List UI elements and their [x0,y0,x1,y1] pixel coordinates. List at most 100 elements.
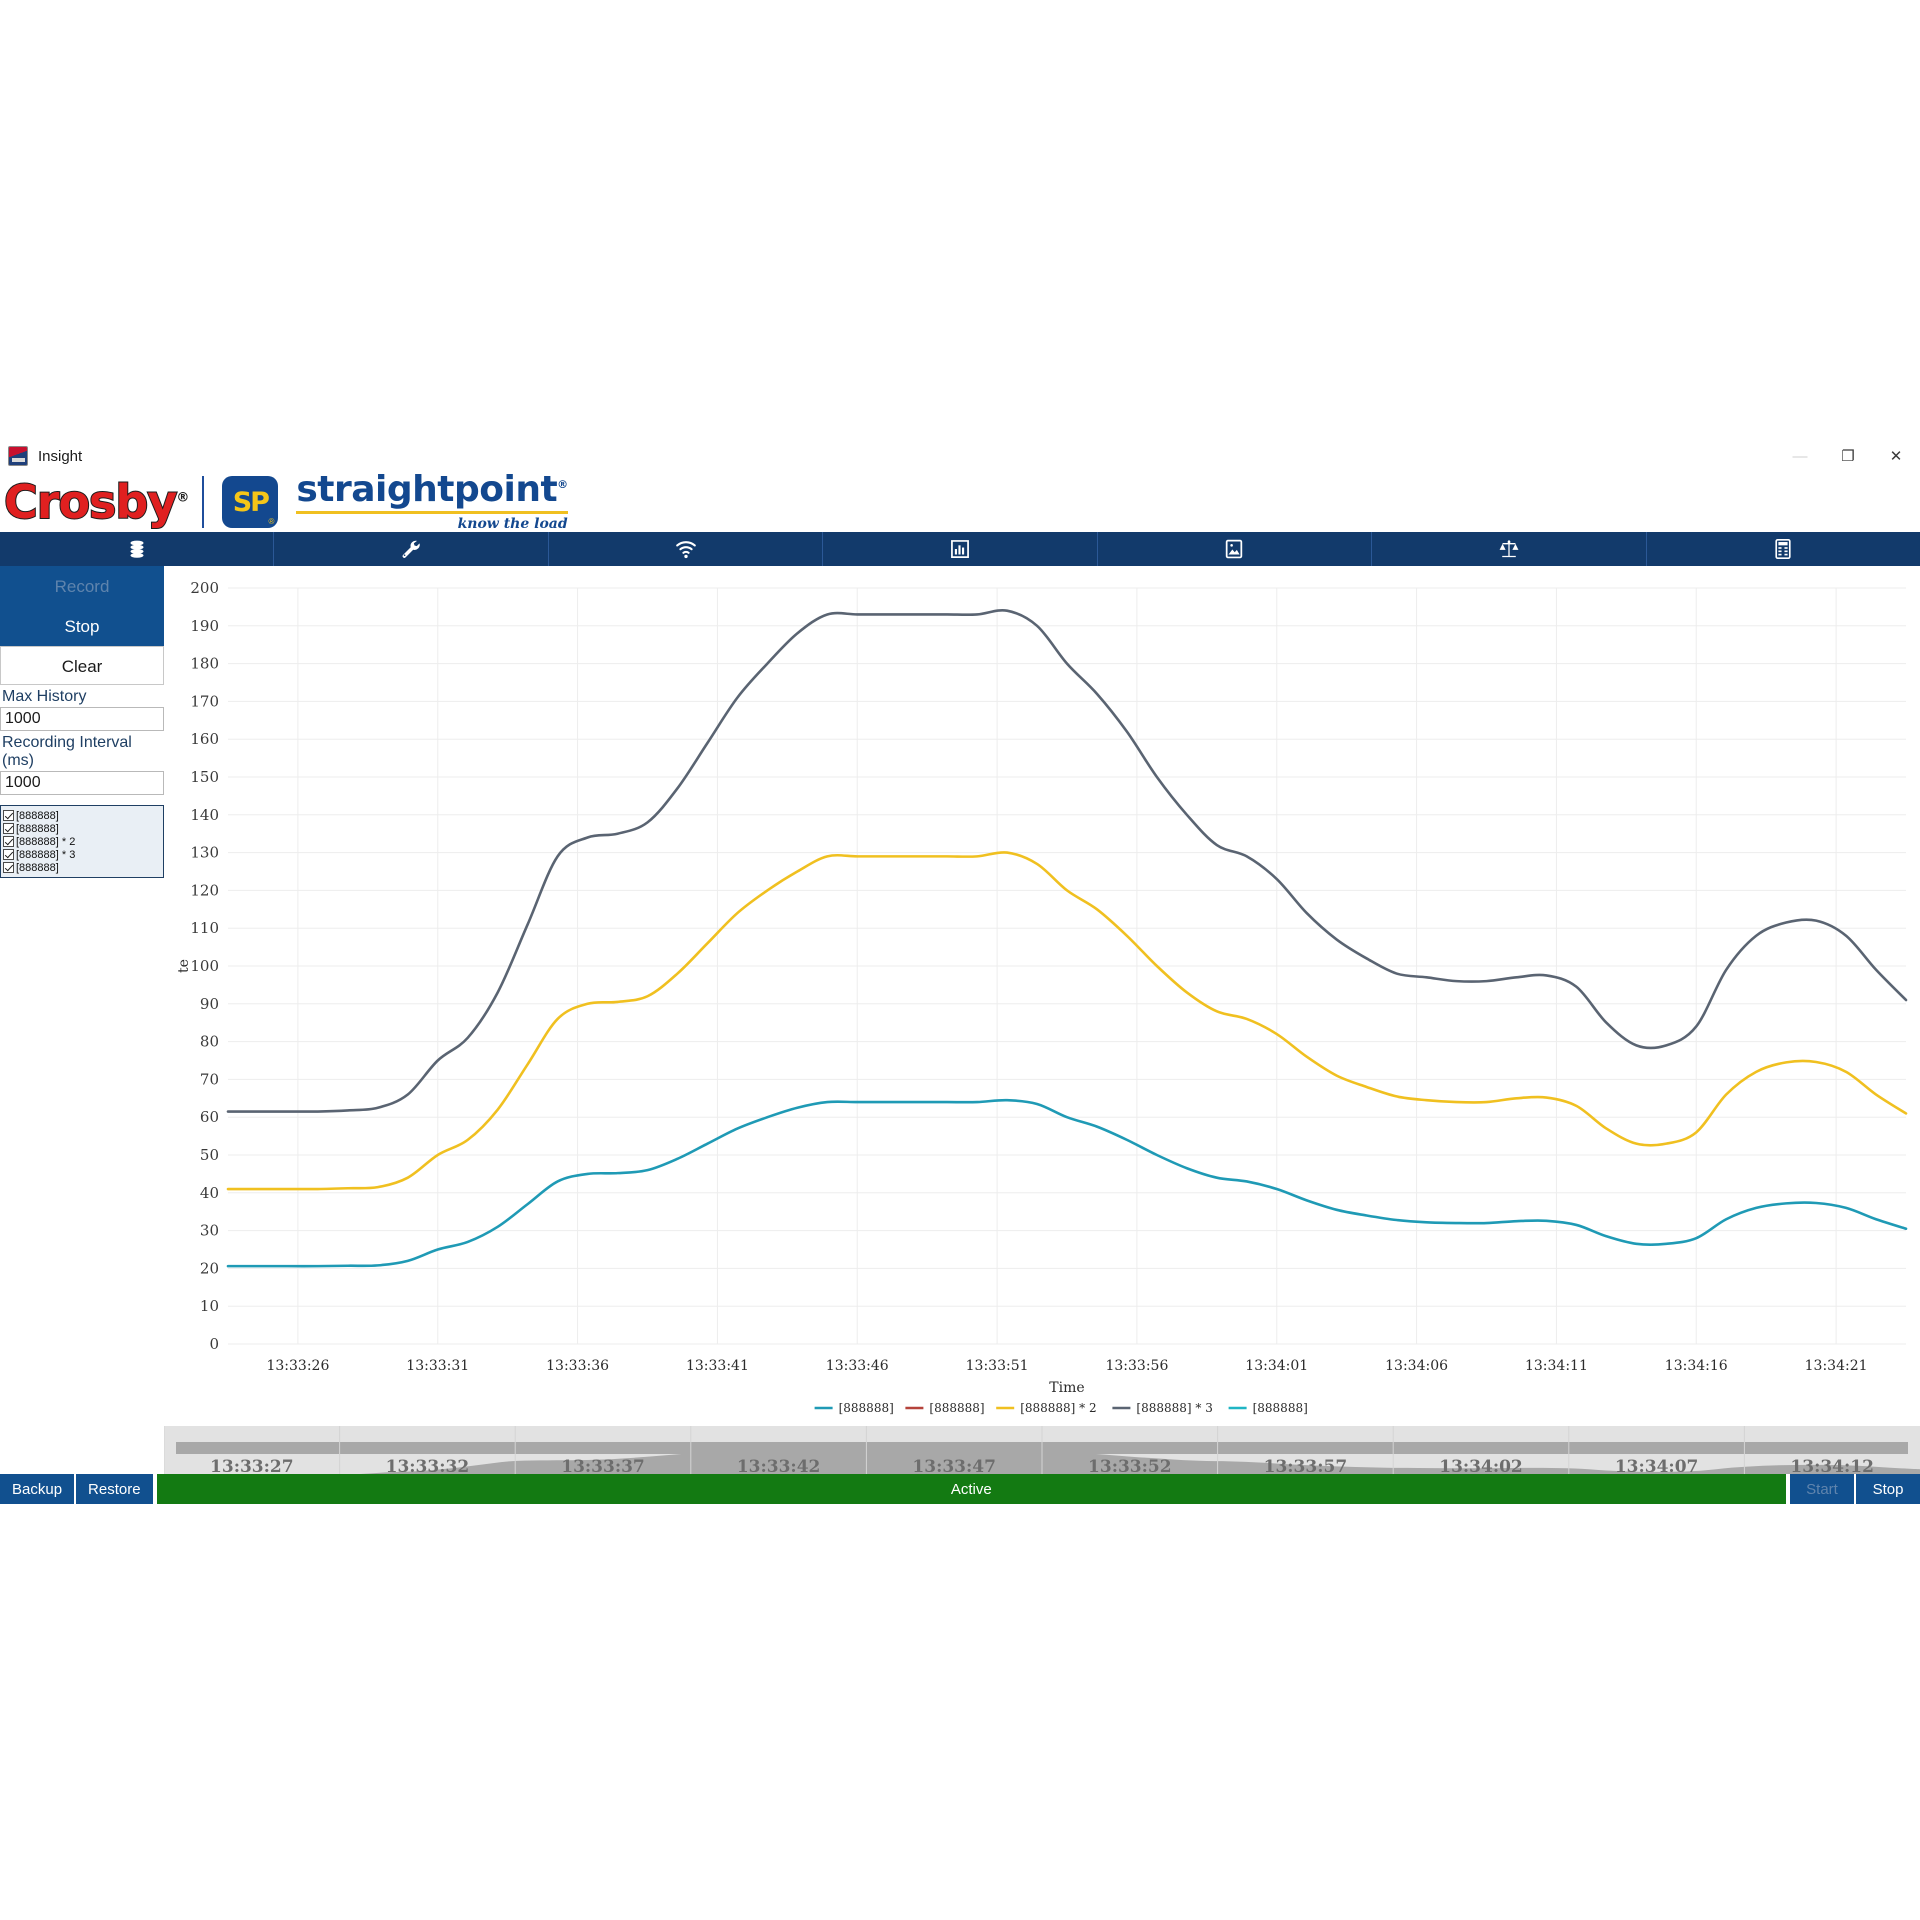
nav-item-charts[interactable] [823,532,1098,566]
record-button[interactable]: Record [0,566,164,606]
navigator-tick-label: 13:33:42 [737,1457,821,1474]
nav-item-images[interactable] [1098,532,1373,566]
navigator-tick-label: 13:33:32 [386,1457,470,1474]
list-item[interactable]: [888888] * 2 [3,835,161,848]
nav-item-tools[interactable] [274,532,549,566]
series-label: [888888] * 2 [16,835,76,848]
y-axis-tick-label: 10 [200,1297,219,1315]
nav-item-calibration[interactable] [1372,532,1647,566]
x-axis-tick-label: 13:33:31 [406,1358,469,1374]
stop-button[interactable]: Stop [1854,1474,1920,1504]
y-axis-tick-label: 80 [200,1033,219,1051]
bar-chart-icon [949,538,971,560]
title-bar: Insight — ❐ ✕ [0,440,1920,472]
recording-control-panel: Record Stop Clear Max History Recording … [0,566,164,1474]
navigator-tick-label: 13:33:27 [210,1457,294,1474]
close-icon[interactable]: ✕ [1872,440,1920,472]
status-bar-actions: Start Stop [1788,1474,1920,1504]
y-axis-tick-label: 150 [190,768,219,786]
scales-icon [1497,538,1521,560]
restore-icon[interactable]: ❐ [1824,440,1872,472]
y-axis-tick-label: 100 [190,957,219,975]
straightpoint-registered-mark: ® [557,478,568,491]
crosby-registered-mark: ® [176,490,189,506]
start-button[interactable]: Start [1788,1474,1854,1504]
legend-label[interactable]: [888888] * 2 [1020,1401,1096,1415]
y-axis-tick-label: 120 [190,881,219,899]
crosby-wordmark: Crosby [3,475,178,529]
recording-interval-input[interactable] [0,771,164,795]
window-title: Insight [38,447,83,465]
nav-item-database[interactable] [0,532,275,566]
checkbox-icon[interactable] [3,810,14,821]
checkbox-icon[interactable] [3,836,14,847]
x-axis-title: Time [1049,1380,1084,1396]
chart-panel: 0 10 20 30 40 50 60 70 80 90 100 110 120 130 140 150 160… [164,566,1920,1474]
nav-item-wireless[interactable] [549,532,824,566]
y-axis-tick-label: 170 [190,692,219,710]
y-axis-tick-label: 160 [190,730,219,748]
stop-recording-button[interactable]: Stop [0,606,164,646]
minimize-icon[interactable]: — [1776,440,1824,472]
series-label: [888888] * 3 [16,848,76,861]
main-navigation-bar [0,532,1920,566]
list-item[interactable]: [888888] * 3 [3,848,161,861]
x-axis-tick-label: 13:33:51 [966,1358,1029,1374]
straightpoint-tagline: know the load [457,516,568,532]
series-label: [888888] [16,861,59,874]
x-axis-tick-label: 13:34:06 [1385,1358,1448,1374]
straightpoint-underline [296,511,568,514]
x-axis-tick-label: 13:33:41 [686,1358,749,1374]
list-item[interactable]: [888888] [3,809,161,822]
checkbox-icon[interactable] [3,862,14,873]
y-axis-tick-label: 140 [190,806,219,824]
x-axis-tick-label: 13:33:26 [266,1358,329,1374]
y-axis-tick-label: 0 [209,1335,219,1353]
brand-divider [202,476,205,528]
legend-label[interactable]: [888888] * 3 [1136,1401,1212,1415]
clear-button[interactable]: Clear [0,646,164,685]
y-axis-tick-label: 190 [190,617,219,635]
y-axis-tick-label: 20 [200,1259,219,1277]
legend-label[interactable]: [888888] [1253,1401,1308,1415]
x-axis-tick-label: 13:33:46 [826,1358,889,1374]
image-icon [1223,538,1245,560]
y-axis-title: te [176,959,192,973]
series-label: [888888] [16,822,59,835]
backup-button[interactable]: Backup [0,1474,77,1504]
insight-application-window: Insight — ❐ ✕ Crosby® SP ® straightpoint… [0,440,1920,1504]
y-axis-tick-label: 40 [200,1184,219,1202]
y-axis-tick-label: 90 [200,995,219,1013]
navigator-tick-label: 13:34:02 [1439,1457,1523,1474]
straightpoint-logo: straightpoint® know the load [296,469,568,532]
time-series-chart[interactable]: 0 10 20 30 40 50 60 70 80 90 100 110 120 130 140 150 160… [164,566,1920,1474]
brand-bar: Crosby® SP ® straightpoint® know the loa… [0,472,1920,532]
nav-item-reports[interactable] [1647,532,1920,566]
y-axis-tick-label: 180 [190,655,219,673]
legend-label[interactable]: [888888] [839,1401,894,1415]
wifi-icon [674,538,698,560]
y-axis-tick-label: 110 [190,919,219,937]
navigator-tick-label: 13:33:37 [561,1457,645,1474]
database-icon [126,538,148,560]
list-item[interactable]: [888888] [3,861,161,874]
crosby-logo: Crosby® [3,478,189,526]
calculator-icon [1773,538,1793,560]
sp-monogram: SP [232,486,270,518]
recording-interval-label: Recording Interval (ms) [2,734,132,769]
x-axis-tick-label: 13:33:36 [546,1358,609,1374]
checkbox-icon[interactable] [3,823,14,834]
max-history-input[interactable] [0,707,164,731]
x-axis-tick-label: 13:33:56 [1105,1358,1168,1374]
x-axis-tick-label: 13:34:01 [1245,1358,1308,1374]
legend-label[interactable]: [888888] [929,1401,984,1415]
restore-button[interactable]: Restore [76,1474,155,1504]
straightpoint-wordmark: straightpoint [296,469,558,510]
status-bar: Backup Restore Active Start Stop [0,1474,1920,1504]
list-item[interactable]: [888888] [3,822,161,835]
navigator-tick-label: 13:34:07 [1615,1457,1699,1474]
navigator-tick-label: 13:34:12 [1790,1457,1874,1474]
series-checkbox-list: [888888] [888888] [888888] * 2 [888888] … [0,805,164,878]
sp-badge-registered-mark: ® [268,517,275,526]
checkbox-icon[interactable] [3,849,14,860]
